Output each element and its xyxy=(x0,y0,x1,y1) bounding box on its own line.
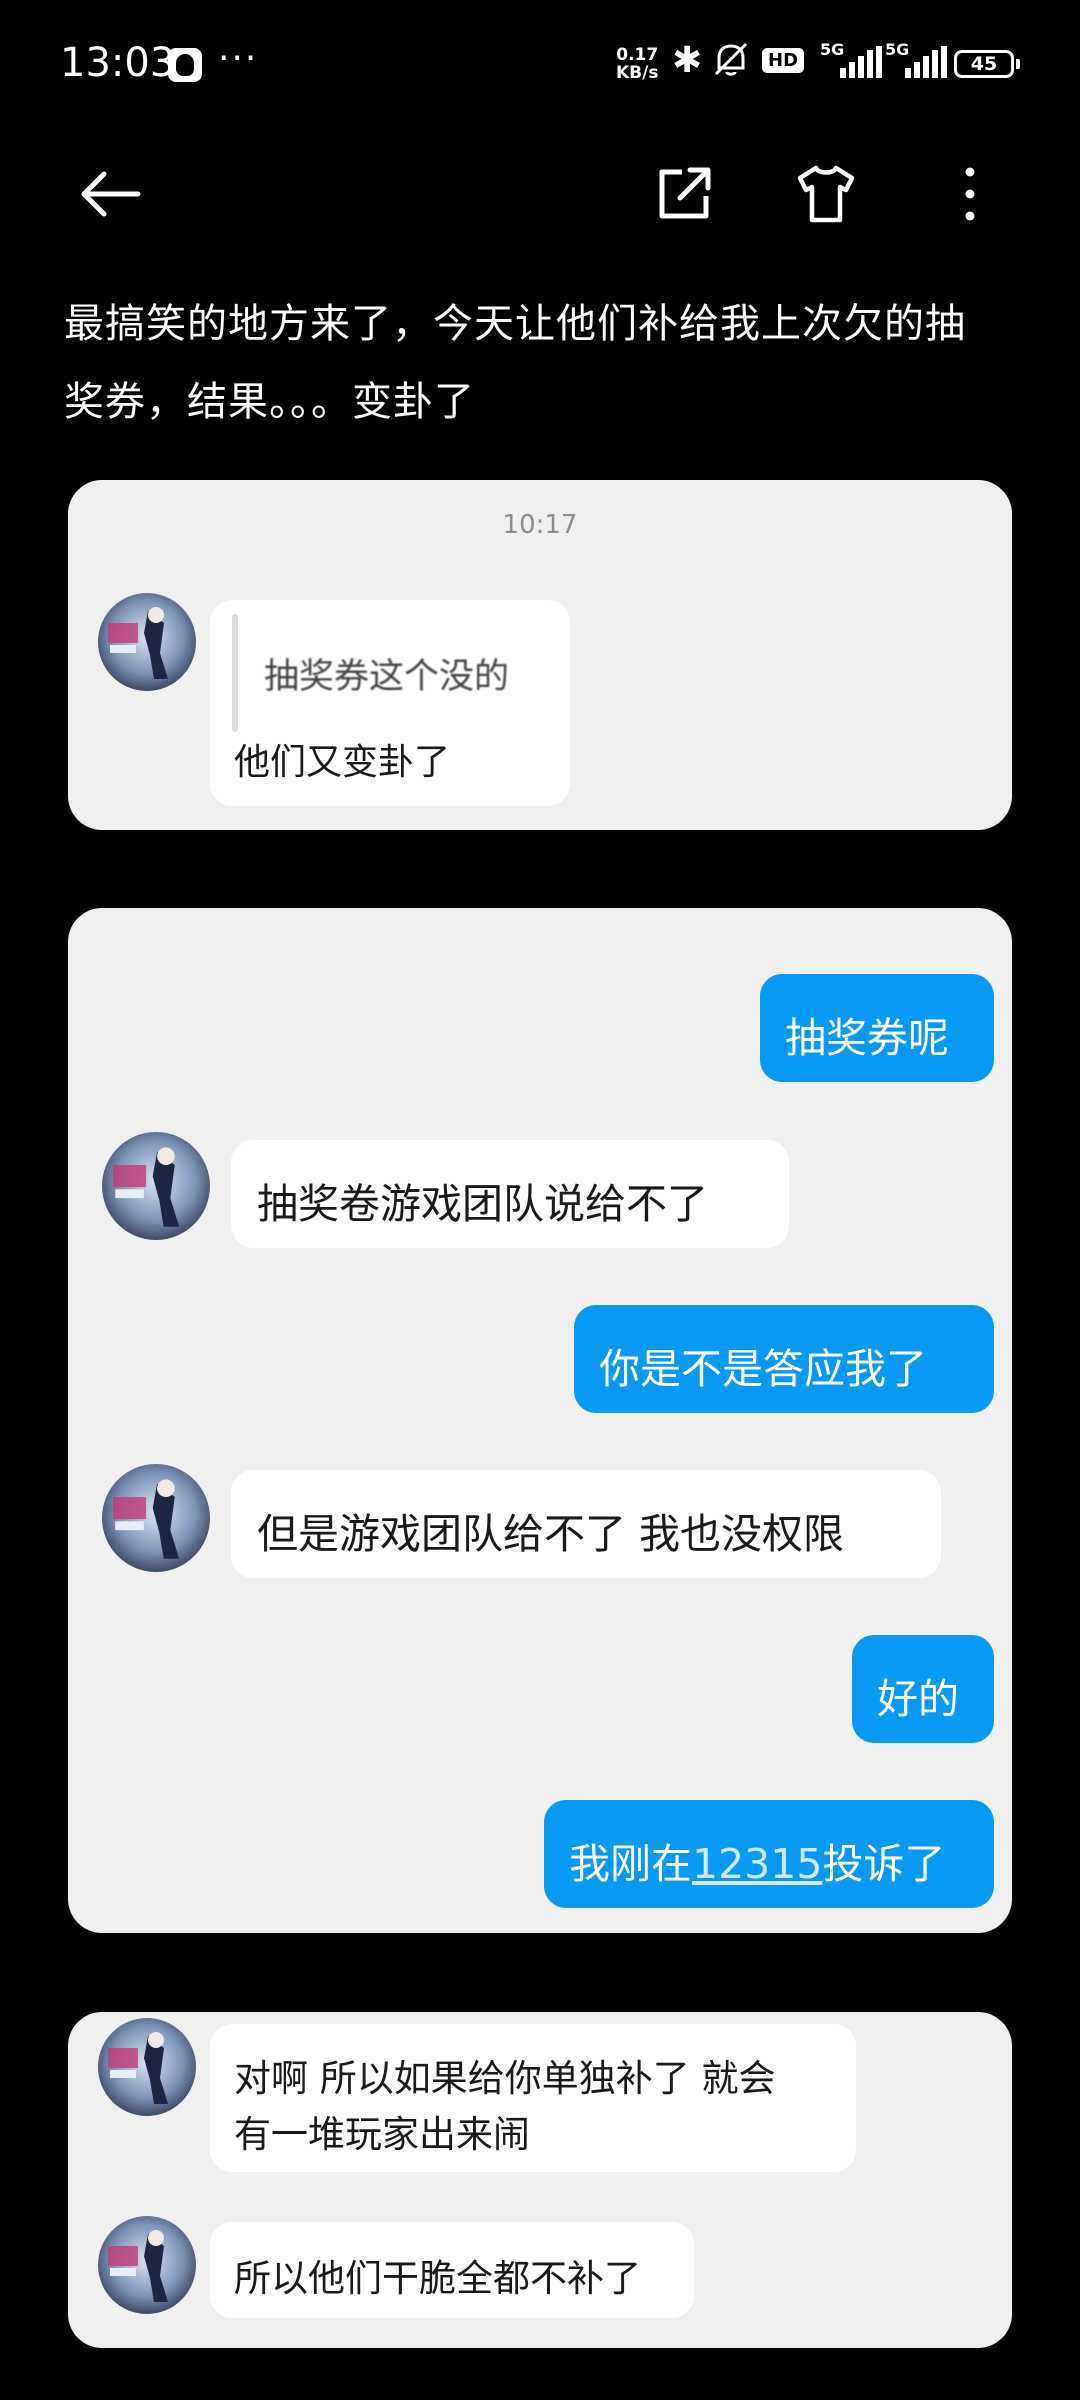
message-text: 但是游戏团队给不了 我也没权限 xyxy=(257,1510,845,1558)
status-time: 13:03 xyxy=(60,40,176,86)
back-button[interactable] xyxy=(74,158,146,230)
more-options-button[interactable] xyxy=(934,158,1006,230)
message-text: 我刚在12315投诉了 xyxy=(569,1830,945,1890)
bluetooth-icon: ✱ xyxy=(672,40,703,81)
message-text-line-1: 对啊 所以如果给你单独补了 就会 xyxy=(234,2057,776,2100)
signal-1-bars xyxy=(840,46,884,78)
received-message-bubble: 抽奖卷游戏团队说给不了 xyxy=(231,1140,789,1248)
received-message-bubble: 但是游戏团队给不了 我也没权限 xyxy=(231,1470,941,1578)
qq-icon xyxy=(168,48,202,82)
signal-2-bars xyxy=(905,46,949,78)
message-text: 抽奖券呢 xyxy=(785,1014,949,1062)
hd-badge: HD xyxy=(762,48,805,73)
status-bar: 13:03 ··· 0.17 KB/s ✱ HD 5G 5G 45 xyxy=(0,0,1080,130)
network-speed-value: 0.17 xyxy=(616,45,659,65)
mute-icon xyxy=(714,42,748,76)
post-text-line-1: 最搞笑的地方来了，今天让他们补给我上次欠的抽 xyxy=(64,301,966,347)
back-arrow-icon xyxy=(81,171,141,217)
top-nav-bar xyxy=(0,130,1080,250)
avatar xyxy=(102,1464,210,1572)
message-text: 你是不是答应我了 xyxy=(599,1345,927,1393)
message-text: 好的 xyxy=(877,1675,959,1723)
sent-message-bubble: 好的 xyxy=(852,1635,994,1743)
more-notifications-icon: ··· xyxy=(218,38,259,79)
sent-message-bubble: 我刚在12315投诉了 xyxy=(544,1800,994,1908)
quoted-message: 抽奖券这个没的 xyxy=(264,657,510,697)
message-text-before-link: 我刚在 xyxy=(569,1840,692,1888)
chat-screenshot-3[interactable]: 对啊 所以如果给你单独补了 就会 有一堆玩家出来闹 所以他们干脆全都不补了 xyxy=(68,2012,1012,2348)
message-text-line-2: 有一堆玩家出来闹 xyxy=(234,2113,530,2156)
more-vertical-icon xyxy=(965,167,975,221)
tshirt-icon xyxy=(797,165,855,223)
post-text-line-2: 奖券，结果。。。变卦了 xyxy=(64,379,475,425)
share-icon xyxy=(659,167,711,219)
avatar xyxy=(102,1132,210,1240)
message-text: 抽奖卷游戏团队说给不了 xyxy=(257,1180,708,1228)
received-message-bubble: 所以他们干脆全都不补了 xyxy=(210,2222,694,2318)
post-body-text: 最搞笑的地方来了，今天让他们补给我上次欠的抽 奖券，结果。。。变卦了 xyxy=(64,285,1014,441)
message-text: 他们又变卦了 xyxy=(234,742,451,783)
message-text-after-link: 投诉了 xyxy=(822,1840,946,1888)
battery-indicator: 45 xyxy=(954,50,1020,78)
share-button[interactable] xyxy=(648,158,720,230)
quote-bar xyxy=(232,614,238,732)
received-message-bubble: 对啊 所以如果给你单独补了 就会 有一堆玩家出来闹 xyxy=(210,2024,856,2172)
theme-button[interactable] xyxy=(790,158,862,230)
chat-screenshot-2[interactable]: 抽奖券呢 抽奖卷游戏团队说给不了 你是不是答应我了 但是游戏团队给不了 我也没权… xyxy=(68,908,1012,1933)
network-speed-unit: KB/s xyxy=(616,63,659,83)
phone-number-link[interactable]: 12315 xyxy=(692,1840,822,1888)
sent-message-bubble: 你是不是答应我了 xyxy=(574,1305,994,1413)
chat-timestamp: 10:17 xyxy=(502,510,578,540)
message-text: 所以他们干脆全都不补了 xyxy=(234,2257,641,2300)
avatar xyxy=(98,2216,196,2314)
message-bubble: 抽奖券这个没的 他们又变卦了 xyxy=(210,600,570,806)
network-speed: 0.17 KB/s xyxy=(616,46,658,82)
avatar xyxy=(98,2018,196,2116)
avatar xyxy=(98,593,196,691)
sent-message-bubble: 抽奖券呢 xyxy=(760,974,994,1082)
chat-screenshot-1[interactable]: 10:17 抽奖券这个没的 他们又变卦了 xyxy=(68,480,1012,830)
